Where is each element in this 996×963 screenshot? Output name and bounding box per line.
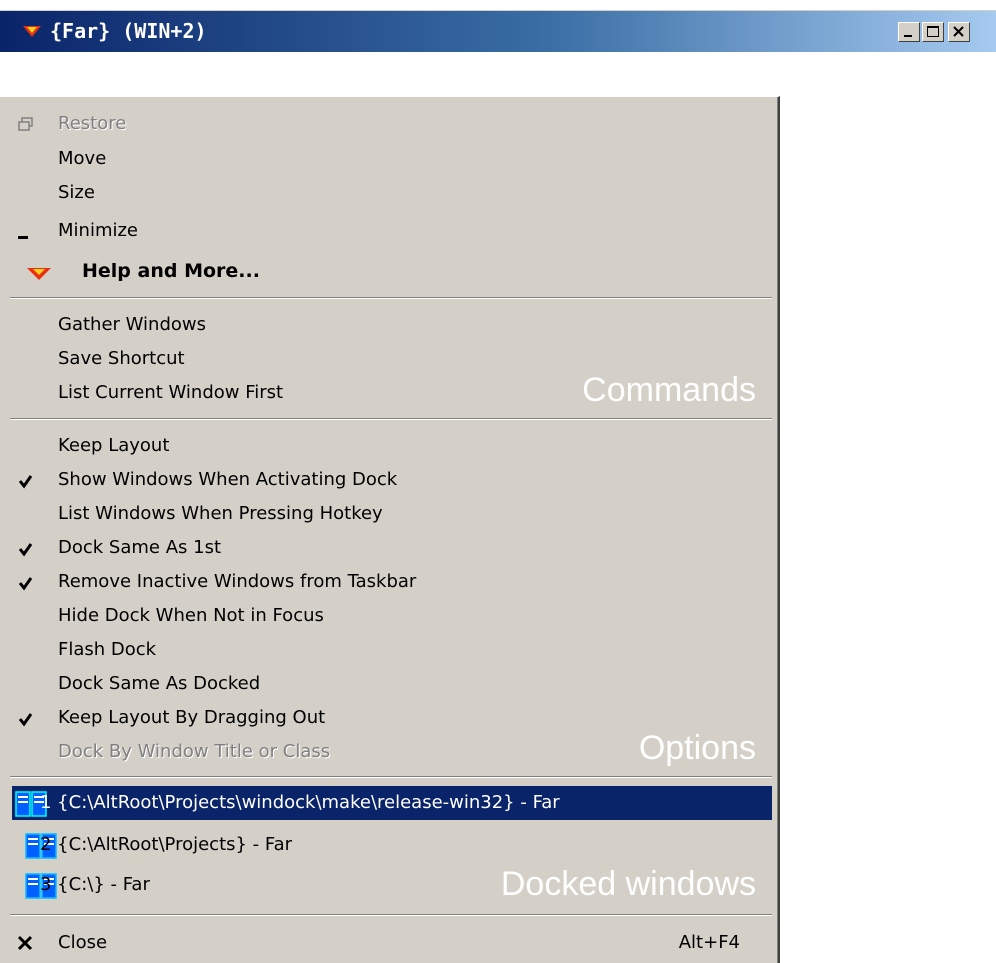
restore-icon xyxy=(18,117,33,131)
docked-window-item-1[interactable]: 1 {C:\AltRoot\Projects\windock\make\rele… xyxy=(12,786,772,820)
separator xyxy=(10,776,772,778)
option-keep-layout[interactable]: Keep Layout xyxy=(0,429,776,463)
group-label-commands: Commands xyxy=(582,371,756,409)
checkmark-icon xyxy=(18,543,33,557)
system-menu: Restore Move Size Minimize Help and More… xyxy=(0,96,780,963)
menu-item-size[interactable]: Size xyxy=(0,176,776,210)
minimize-icon xyxy=(18,236,28,239)
option-dock-same-as-1st[interactable]: Dock Same As 1st xyxy=(0,531,776,565)
option-list-windows-when-pressing-hotkey[interactable]: List Windows When Pressing Hotkey xyxy=(0,497,776,531)
menu-item-restore[interactable]: Restore xyxy=(0,107,776,141)
windock-logo-icon xyxy=(27,268,51,280)
checkmark-icon xyxy=(18,475,33,489)
group-label-docked-windows: Docked windows xyxy=(500,865,756,903)
menu-item-gather-windows[interactable]: Gather Windows xyxy=(0,308,776,342)
menu-item-help-and-more[interactable]: Help and More... xyxy=(0,254,776,288)
maximize-button[interactable] xyxy=(922,22,944,42)
close-icon xyxy=(953,26,964,37)
windock-logo-icon[interactable] xyxy=(22,23,42,39)
option-flash-dock[interactable]: Flash Dock xyxy=(0,633,776,667)
window-title: {Far} (WIN+2) xyxy=(50,19,207,43)
close-shortcut: Alt+F4 xyxy=(678,932,740,953)
option-dock-same-as-docked[interactable]: Dock Same As Docked xyxy=(0,667,776,701)
separator xyxy=(10,297,772,299)
title-bar[interactable]: {Far} (WIN+2) xyxy=(0,10,996,52)
close-x-icon xyxy=(17,935,33,951)
option-remove-inactive-windows-from-taskbar[interactable]: Remove Inactive Windows from Taskbar xyxy=(0,565,776,599)
minimize-button[interactable] xyxy=(898,22,920,42)
option-hide-dock-when-not-in-focus[interactable]: Hide Dock When Not in Focus xyxy=(0,599,776,633)
option-show-windows-when-activating-dock[interactable]: Show Windows When Activating Dock xyxy=(0,463,776,497)
minimize-icon xyxy=(904,35,912,37)
menu-item-minimize[interactable]: Minimize xyxy=(0,214,776,248)
menu-item-move[interactable]: Move xyxy=(0,142,776,176)
separator xyxy=(10,418,772,420)
menu-item-close[interactable]: Close Alt+F4 xyxy=(0,926,776,960)
maximize-icon xyxy=(927,26,939,37)
close-button[interactable] xyxy=(948,22,970,42)
checkmark-icon xyxy=(18,577,33,591)
docked-window-item-2[interactable]: 2 {C:\AltRoot\Projects} - Far xyxy=(0,828,776,862)
separator xyxy=(10,914,772,916)
checkmark-icon xyxy=(18,713,33,727)
group-label-options: Options xyxy=(638,729,756,767)
